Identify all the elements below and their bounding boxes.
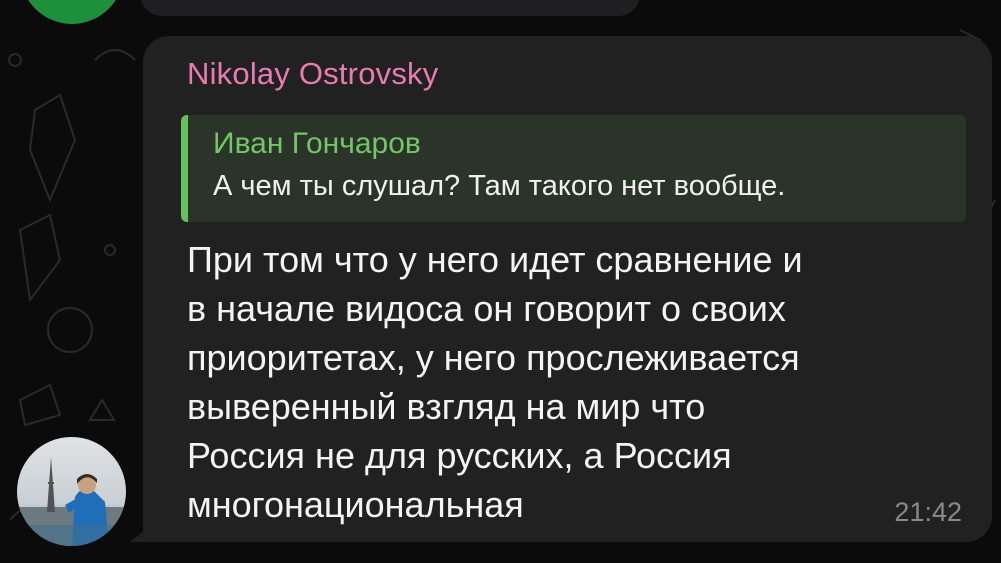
chat-background: Nikolay Ostrovsky Иван Гончаров А чем ты… bbox=[0, 0, 1001, 563]
avatar-photo bbox=[17, 437, 126, 546]
reply-accent-bar bbox=[181, 115, 188, 222]
reply-quote[interactable]: Иван Гончаров А чем ты слушал? Там таког… bbox=[181, 115, 966, 222]
sender-name[interactable]: Nikolay Ostrovsky bbox=[187, 56, 438, 92]
previous-message-bubble[interactable] bbox=[140, 0, 640, 16]
message-bubble[interactable]: Nikolay Ostrovsky Иван Гончаров А чем ты… bbox=[143, 36, 992, 542]
reply-author: Иван Гончаров bbox=[213, 127, 421, 160]
sender-avatar[interactable] bbox=[17, 437, 126, 546]
message-text: При том что у него идет сравнение и в на… bbox=[187, 239, 803, 525]
reply-text: А чем ты слушал? Там такого нет вообще. bbox=[213, 170, 786, 202]
message-timestamp: 21:42 bbox=[894, 497, 962, 527]
